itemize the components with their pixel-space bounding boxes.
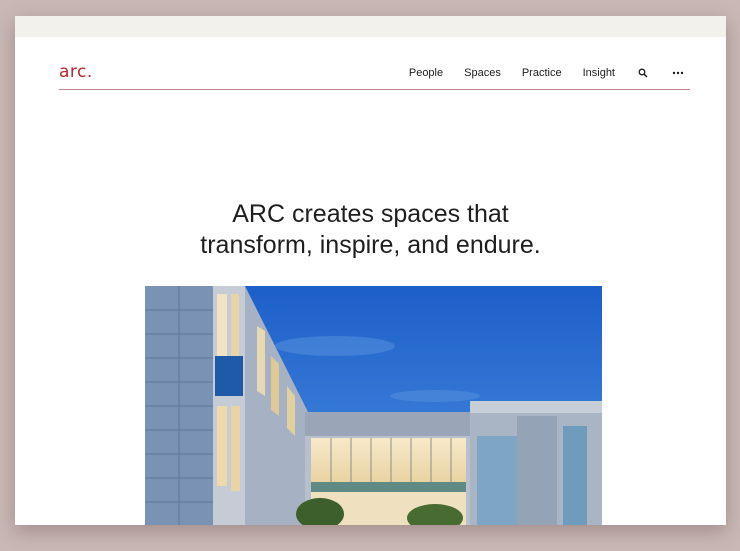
nav-item-insight[interactable]: Insight — [583, 67, 615, 79]
nav-item-practice[interactable]: Practice — [522, 67, 562, 79]
browser-window: arc. People Spaces Practice Insight ARC … — [15, 16, 726, 525]
headline-line-2: transform, inspire, and endure. — [200, 230, 541, 259]
more-icon[interactable] — [671, 66, 685, 80]
nav-item-spaces[interactable]: Spaces — [464, 67, 501, 79]
search-icon[interactable] — [636, 66, 650, 80]
hero-headline: ARC creates spaces that transform, inspi… — [15, 199, 726, 261]
nav-item-people[interactable]: People — [409, 67, 443, 79]
headline-line-1: ARC creates spaces that — [232, 199, 509, 228]
browser-top-bar — [15, 16, 726, 37]
main-nav: People Spaces Practice Insight — [409, 66, 685, 80]
hero-image — [145, 286, 602, 525]
header-divider — [59, 89, 690, 90]
arc-logo[interactable]: arc. — [59, 62, 93, 82]
